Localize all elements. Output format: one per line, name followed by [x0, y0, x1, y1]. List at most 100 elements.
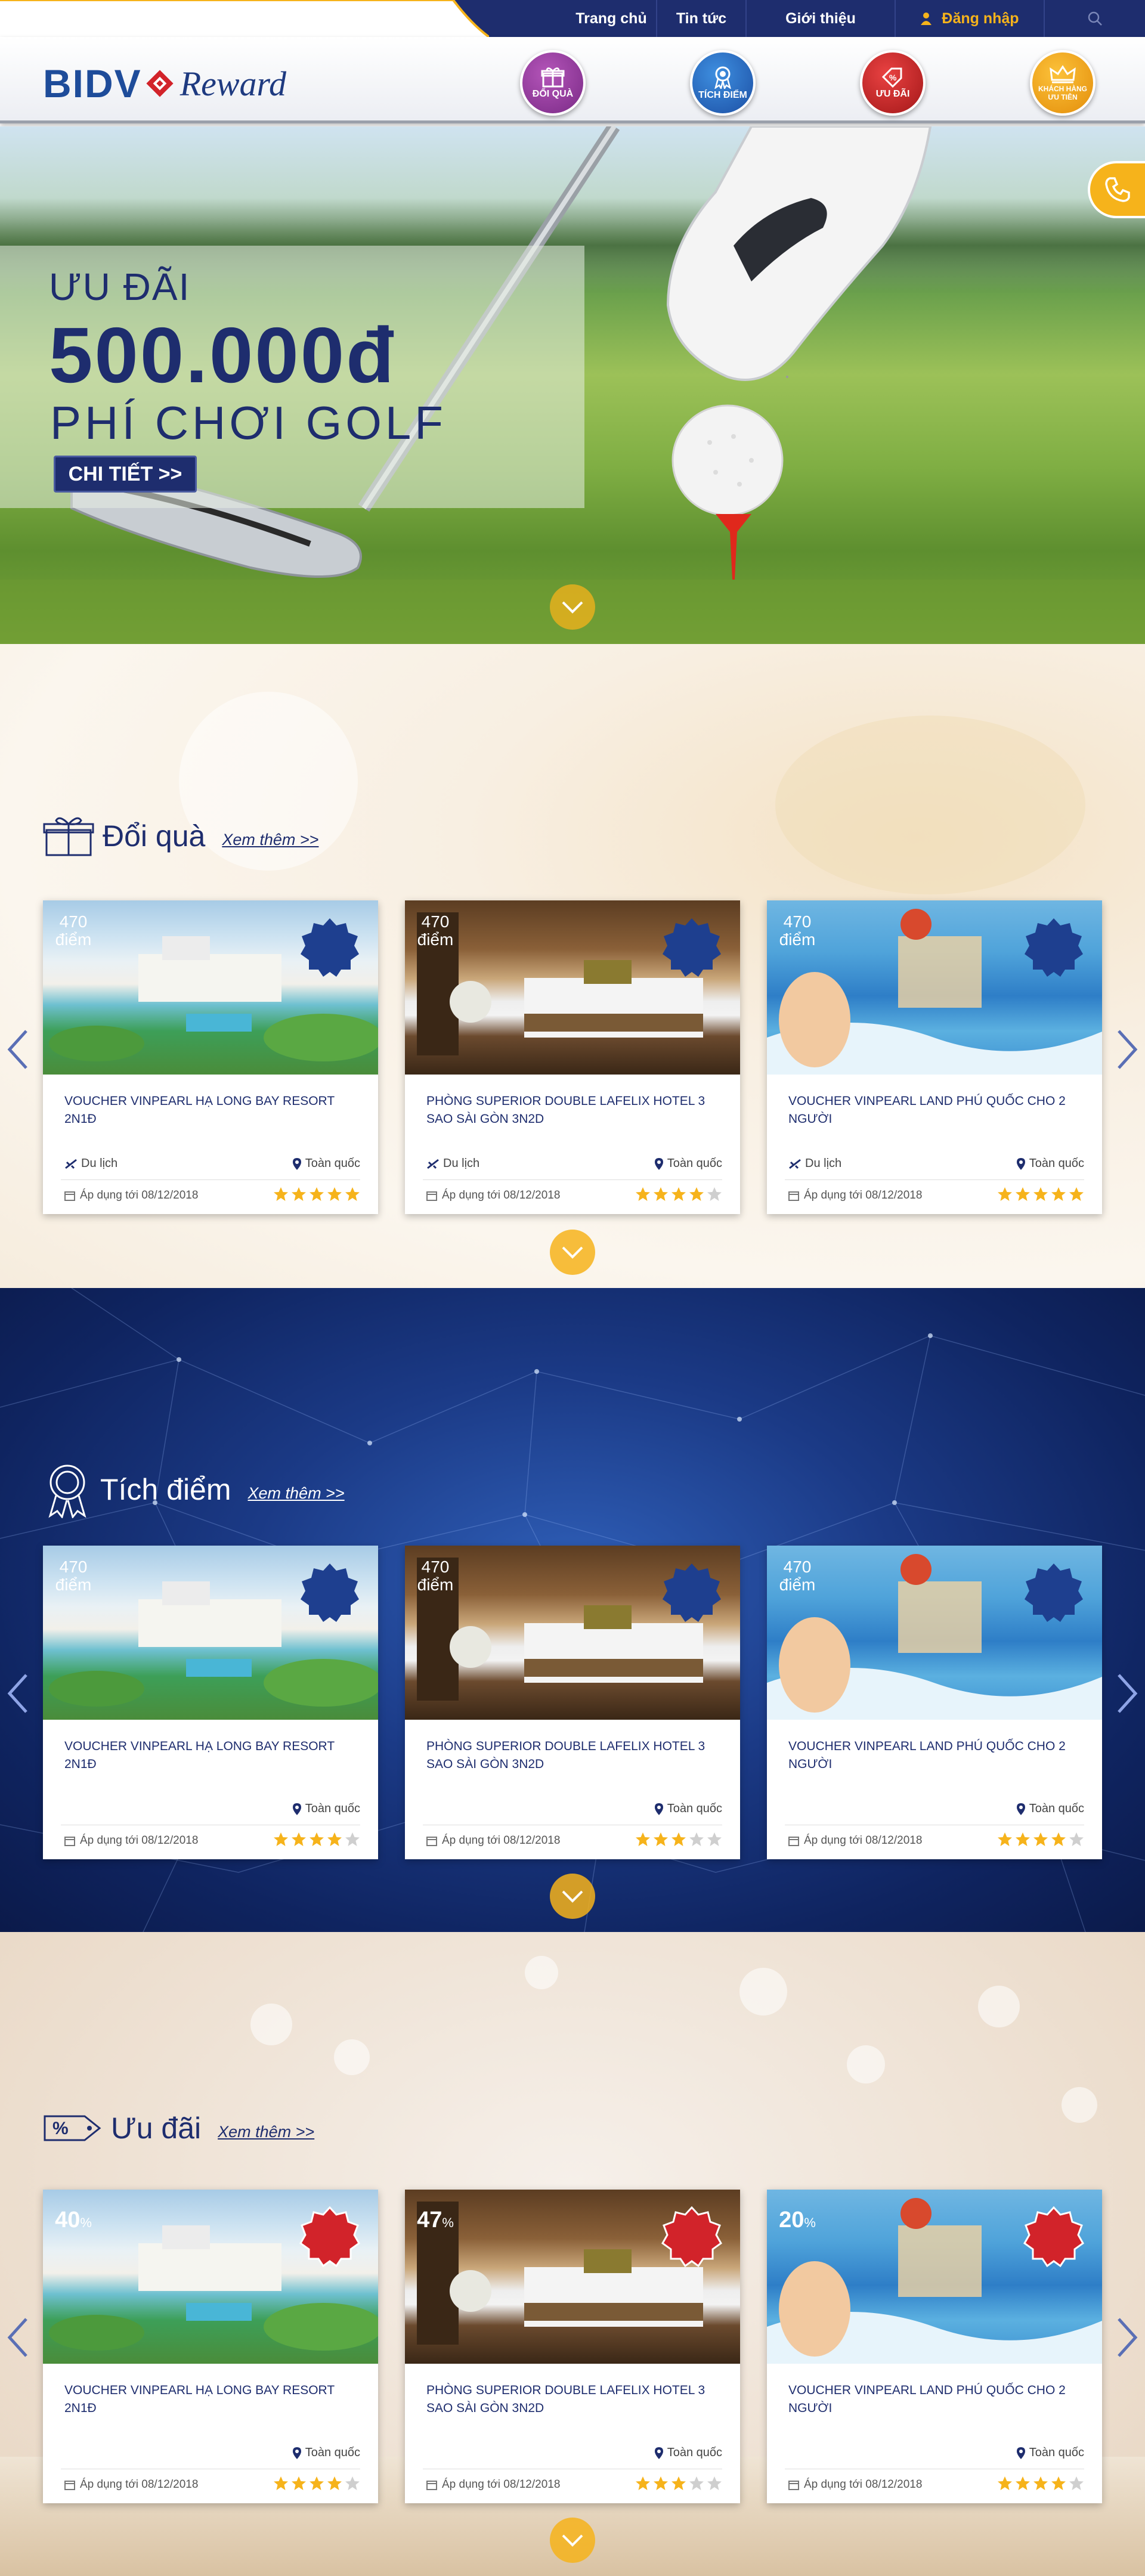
- points-section-title: Tích điểm: [100, 1473, 231, 1506]
- star-icon: [707, 1832, 722, 1846]
- card-date: Áp dụng tới 08/12/2018: [64, 2478, 198, 2491]
- gift-card[interactable]: 470 điểm PHÒNG SUPERIOR DOUBLE LAFELIX HO…: [405, 900, 740, 1214]
- hero-detail-button[interactable]: CHI TIẾT >>: [54, 456, 197, 493]
- gift-see-more-link[interactable]: Xem thêm >>: [222, 831, 318, 849]
- top-bar: Trang chủ Tin tức Giới thiệu Đăng nhập: [0, 0, 1145, 37]
- discount-badge: 40%: [43, 2190, 104, 2250]
- badge-unit: %: [442, 2215, 454, 2230]
- deals-see-more-link[interactable]: Xem thêm >>: [218, 2123, 314, 2141]
- category-deals-button[interactable]: % ƯU ĐÃI: [860, 50, 926, 116]
- hero-scroll-down-button[interactable]: [550, 584, 595, 630]
- points-section-header: Tích điểm Xem thêm >>: [43, 1461, 345, 1518]
- points-see-more-link[interactable]: Xem thêm >>: [248, 1484, 345, 1503]
- card-rating: [997, 1187, 1084, 1202]
- points-badge: 470 điểm: [405, 900, 466, 961]
- category-vip-button[interactable]: KHÁCH HÀNG ƯU TIÊN: [1030, 50, 1096, 116]
- card-location: Toàn quốc: [1016, 1157, 1084, 1171]
- location-pin-icon: [654, 1803, 663, 1815]
- badge-value: 47: [417, 2207, 442, 2233]
- deals-card[interactable]: 40% VOUCHER VINPEARL HẠ LONG BAY RESORT …: [43, 2190, 378, 2503]
- star-icon: [274, 1832, 288, 1846]
- star-icon: [689, 1832, 704, 1846]
- hero-line-3: PHÍ CHƠI GOLF: [50, 397, 447, 449]
- chevron-left-icon: [7, 1674, 27, 1713]
- card-location: Toàn quốc: [292, 1802, 360, 1816]
- badge-value: 470: [421, 912, 450, 931]
- deals-card[interactable]: 47% PHÒNG SUPERIOR DOUBLE LAFELIX HOTEL …: [405, 2190, 740, 2503]
- chevron-left-icon: [7, 2318, 27, 2357]
- gift-prev-arrow[interactable]: [6, 1029, 30, 1070]
- badge-unit: điểm: [779, 1575, 816, 1594]
- search-button[interactable]: [1044, 0, 1145, 37]
- gift-scroll-down-button[interactable]: [550, 1230, 595, 1275]
- star-icon: [292, 1187, 306, 1201]
- points-next-arrow[interactable]: [1115, 1673, 1139, 1714]
- deals-section: % Ưu đãi Xem thêm >> 40% VOUCHER VINPEAR…: [0, 1932, 1145, 2576]
- badge-value: 470: [421, 1558, 450, 1576]
- card-date-label: Áp dụng tới 08/12/2018: [442, 1834, 561, 1847]
- card-category-label: Du lịch: [805, 1157, 842, 1170]
- deals-card-list: 40% VOUCHER VINPEARL HẠ LONG BAY RESORT …: [43, 2190, 1102, 2503]
- card-date-label: Áp dụng tới 08/12/2018: [442, 2478, 561, 2491]
- card-rating: [273, 1832, 360, 1847]
- nav-news[interactable]: Tin tức: [656, 0, 745, 37]
- star-icon: [327, 1832, 342, 1846]
- discount-badge: 20%: [767, 2190, 828, 2250]
- star-icon: [310, 1187, 324, 1201]
- family-photo: 20%: [767, 2190, 1102, 2364]
- star-icon: [345, 2476, 360, 2490]
- deals-next-arrow[interactable]: [1115, 2317, 1139, 2358]
- resort-photo: 40%: [43, 2190, 378, 2364]
- calendar-icon: [426, 1837, 437, 1846]
- card-location: Toàn quốc: [654, 1802, 722, 1816]
- deals-scroll-down-button[interactable]: [550, 2518, 595, 2563]
- calendar-icon: [788, 1837, 799, 1846]
- gift-card-list: 470 điểm VOUCHER VINPEARL HẠ LONG BAY RES…: [43, 900, 1102, 1214]
- star-icon: [327, 1187, 342, 1201]
- gift-next-arrow[interactable]: [1115, 1029, 1139, 1070]
- phone-hotline-button[interactable]: [1088, 161, 1145, 218]
- card-location-label: Toàn quốc: [305, 2446, 360, 2459]
- star-icon: [654, 1832, 668, 1846]
- badge-unit: điểm: [55, 1575, 92, 1594]
- badge-unit: điểm: [417, 1575, 454, 1594]
- card-category-label: Du lịch: [81, 1157, 118, 1170]
- deals-prev-arrow[interactable]: [6, 2317, 30, 2358]
- star-icon: [345, 1187, 360, 1201]
- badge-unit: %: [80, 2215, 92, 2230]
- gift-icon: [43, 817, 94, 856]
- points-card[interactable]: 470 điểm VOUCHER VINPEARL LAND PHÚ QUỐC C…: [767, 1546, 1102, 1859]
- badge-unit: %: [804, 2215, 816, 2230]
- card-location-label: Toàn quốc: [667, 1802, 722, 1815]
- card-date-label: Áp dụng tới 08/12/2018: [804, 1834, 923, 1847]
- deals-card[interactable]: 20% VOUCHER VINPEARL LAND PHÚ QUỐC CHO 2…: [767, 2190, 1102, 2503]
- login-button[interactable]: Đăng nhập: [895, 0, 1044, 37]
- badge-value: 470: [783, 1558, 812, 1576]
- points-scroll-down-button[interactable]: [550, 1874, 595, 1919]
- points-card[interactable]: 470 điểm PHÒNG SUPERIOR DOUBLE LAFELIX HO…: [405, 1546, 740, 1859]
- hero-line-2: 500.000đ: [49, 311, 396, 399]
- star-icon: [1033, 1832, 1048, 1846]
- category-gift-button[interactable]: ĐỔI QUÀ: [520, 50, 586, 116]
- gift-icon: [541, 67, 565, 88]
- card-rating: [997, 2476, 1084, 2491]
- card-title: PHÒNG SUPERIOR DOUBLE LAFELIX HOTEL 3 SA…: [426, 1739, 705, 1771]
- star-icon: [1033, 2476, 1048, 2490]
- gift-card[interactable]: 470 điểm VOUCHER VINPEARL HẠ LONG BAY RES…: [43, 900, 378, 1214]
- points-card[interactable]: 470 điểm VOUCHER VINPEARL HẠ LONG BAY RES…: [43, 1546, 378, 1859]
- nav-home[interactable]: Trang chủ: [567, 0, 656, 37]
- category-points-button[interactable]: TÍCH ĐIỂM: [690, 50, 756, 116]
- bidv-reward-logo[interactable]: BIDV Reward: [43, 61, 286, 106]
- gift-card[interactable]: 470 điểm VOUCHER VINPEARL LAND PHÚ QUỐC C…: [767, 900, 1102, 1214]
- card-date-label: Áp dụng tới 08/12/2018: [804, 2478, 923, 2491]
- card-location-label: Toàn quốc: [305, 1157, 360, 1170]
- nav-about[interactable]: Giới thiệu: [745, 0, 895, 37]
- bokeh-dot: [1062, 2087, 1097, 2123]
- card-location: Toàn quốc: [654, 1157, 722, 1171]
- bokeh-dot: [978, 1986, 1020, 2027]
- hero-banner[interactable]: ƯU ĐÃI 500.000đ PHÍ CHƠI GOLF CHI TIẾT >…: [0, 126, 1145, 644]
- chevron-left-icon: [7, 1030, 27, 1069]
- points-prev-arrow[interactable]: [6, 1673, 30, 1714]
- card-date: Áp dụng tới 08/12/2018: [788, 2478, 922, 2491]
- badge-unit: điểm: [55, 930, 92, 949]
